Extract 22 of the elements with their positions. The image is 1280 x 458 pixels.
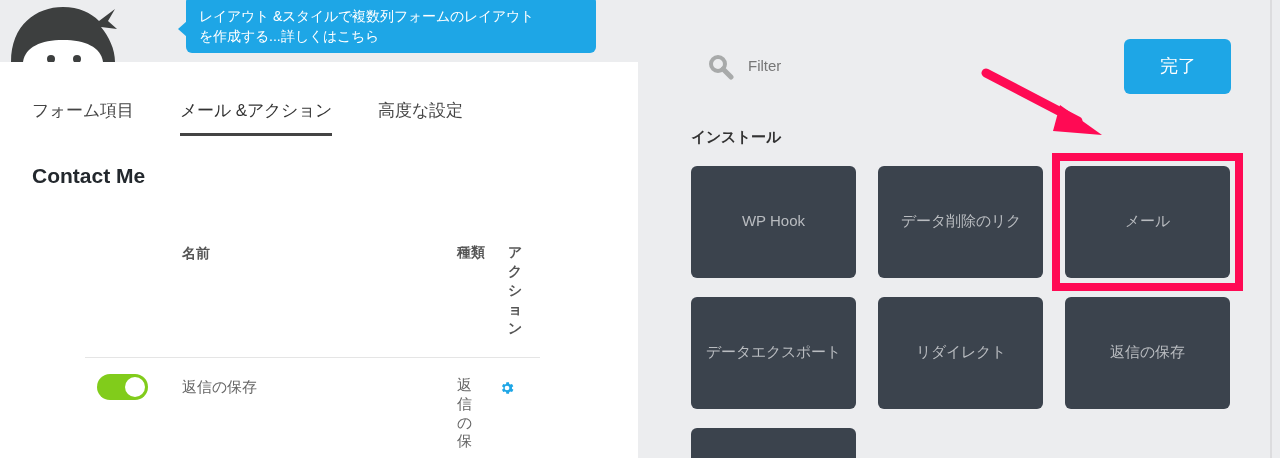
action-tile[interactable]: 返信の保存 [1065,296,1230,409]
action-tile[interactable]: データ削除のリク [878,165,1043,278]
tab[interactable]: メール &アクション [180,98,333,136]
column-header: 種類 [457,243,486,262]
table-cell: 返信の保 [457,376,472,451]
action-tile[interactable]: データエクスポート [691,296,856,409]
settings-icon[interactable] [499,380,515,396]
done-button[interactable]: 完了 [1124,39,1231,94]
tooltip-text[interactable]: レイアウト &スタイルで複数列フォームのレイアウトを作成する...詳しくはこちら [199,6,544,46]
section-title: インストール [691,127,782,147]
filter-field[interactable]: Filter [748,55,948,78]
action-tile[interactable]: メール [1065,165,1230,278]
action-tile[interactable]: リダイレクト [878,296,1043,409]
column-header: 名前 [182,244,211,263]
action-tile[interactable]: WP Hook [691,165,856,278]
toggle-switch[interactable] [97,374,148,400]
table-cell-text: 返信の保存 [182,377,258,397]
column-header: アクション [508,243,522,338]
tab[interactable]: 高度な設定 [378,98,464,136]
tab[interactable]: フォーム項目 [32,98,134,136]
search-icon [708,53,734,80]
form-title: Contact Me [32,162,147,189]
